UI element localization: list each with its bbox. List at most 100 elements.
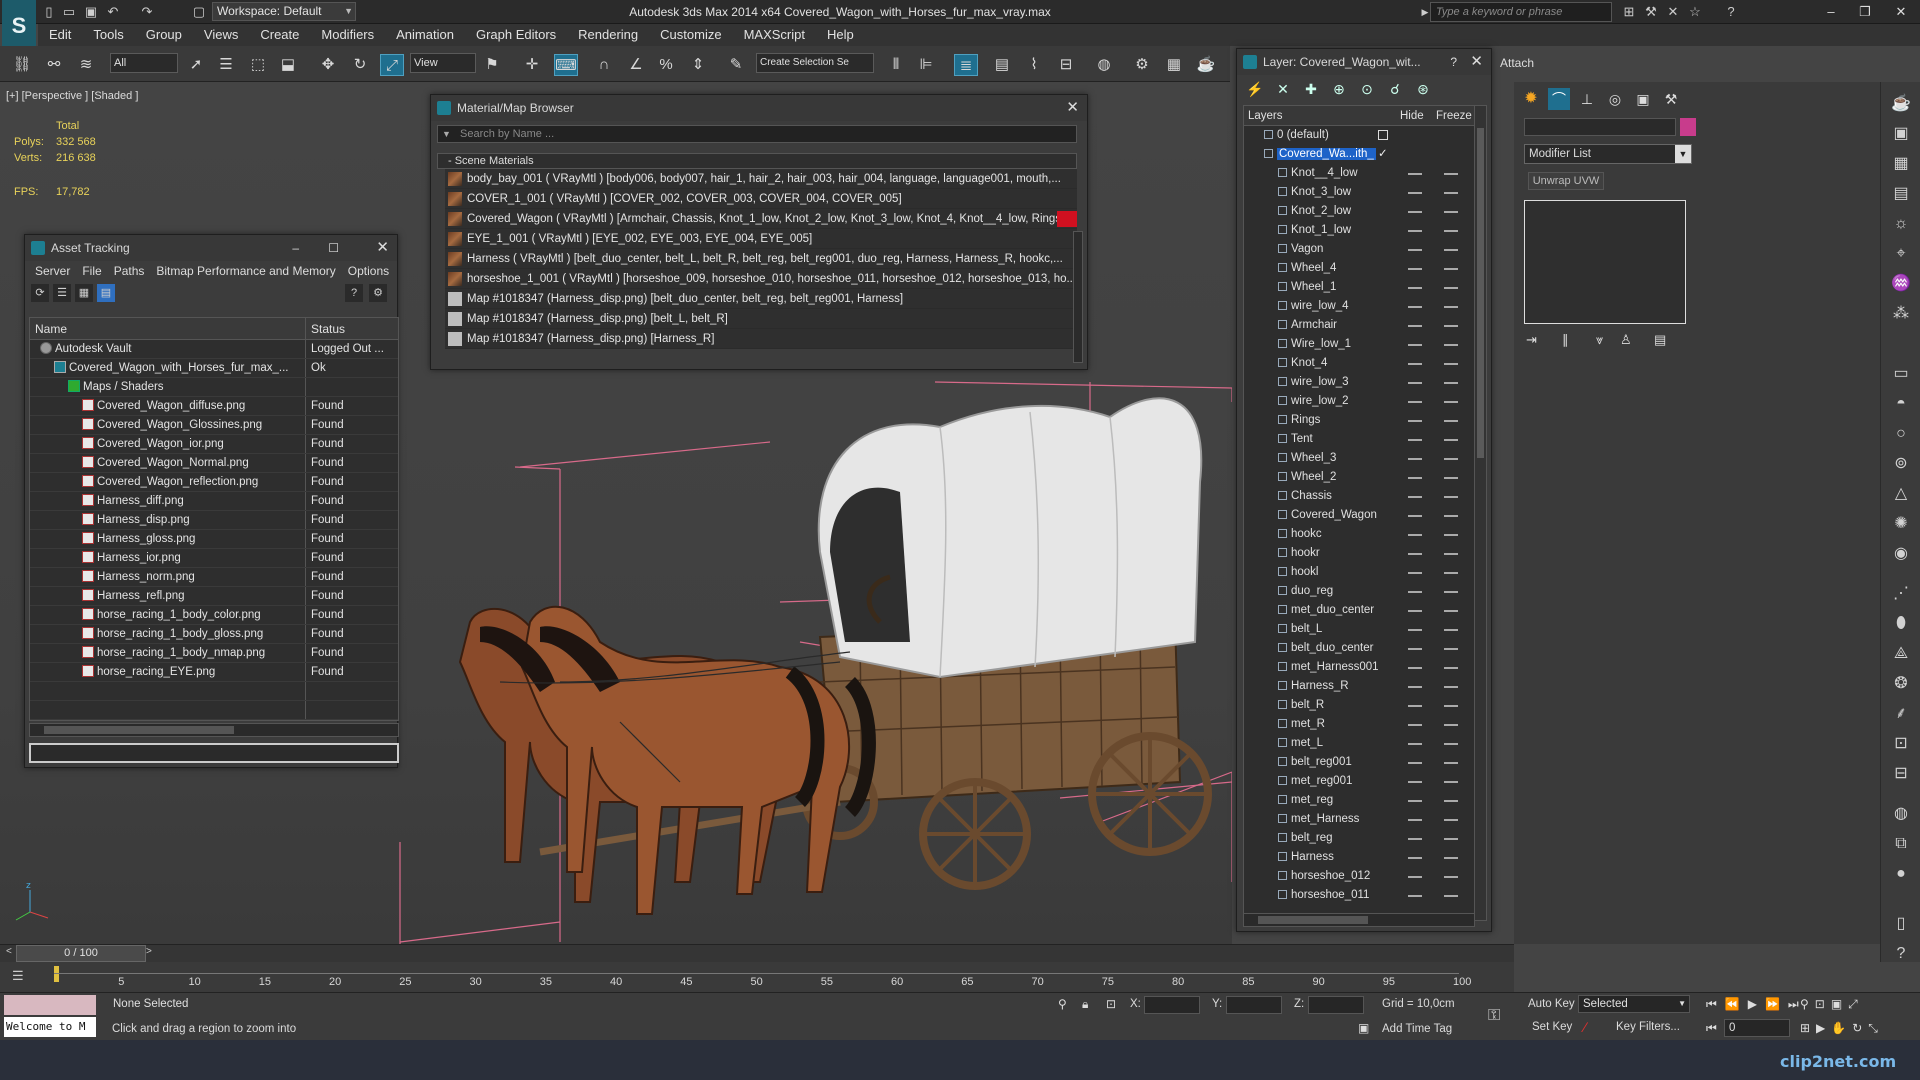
layer-manager-icon[interactable]: ⚡ [1245,79,1265,99]
hide-toggle[interactable] [1408,857,1422,859]
graphite-ribbon-icon[interactable]: ▤ [990,54,1014,76]
isolate-icon[interactable]: ⚲ [1058,997,1067,1011]
layer-object-row[interactable]: Chassis [1244,487,1486,506]
pin-stack-icon[interactable]: ⇥ [1526,332,1537,348]
freeze-toggle[interactable] [1444,572,1458,574]
material-search-input[interactable]: ▼ Search by Name ... [437,125,1077,143]
modify-tab-icon[interactable]: ⌒ [1548,88,1570,110]
select-object-icon[interactable]: ➚ [184,54,208,76]
particles-icon[interactable]: ⁂ [1889,302,1913,326]
material-browser-titlebar[interactable]: Material/Map Browser ✕ [431,95,1087,121]
menu-server[interactable]: Server [29,264,76,278]
table-row[interactable]: Covered_Wagon_ior.png Found [30,435,398,454]
table-row[interactable]: Harness_diff.png Found [30,492,398,511]
table-row[interactable]: Covered_Wagon_with_Horses_fur_max_... Ok [30,359,398,378]
table-row[interactable]: Harness_disp.png Found [30,511,398,530]
freeze-toggle[interactable] [1444,439,1458,441]
hide-toggle[interactable] [1408,439,1422,441]
hide-toggle[interactable] [1408,268,1422,270]
layer-object-row[interactable]: Wire_low_1 [1244,335,1486,354]
freeze-toggle[interactable] [1444,686,1458,688]
select-manipulate-icon[interactable]: ✛ [520,54,544,76]
table-row[interactable]: Covered_Wagon_Normal.png Found [30,454,398,473]
menu-graph-editors[interactable]: Graph Editors [465,24,567,46]
material-row[interactable]: Harness ( VRayMtl ) [belt_duo_center, be… [445,249,1077,269]
layer-explorer-icon[interactable]: ≣ [954,54,978,76]
bind-space-warp-icon[interactable]: ≋ [74,54,98,76]
unlink-icon[interactable]: ⚯ [42,54,66,76]
material-row[interactable]: body_bay_001 ( VRayMtl ) [body006, body0… [445,169,1077,189]
layer-object-row[interactable]: wire_low_2 [1244,392,1486,411]
pivot-center-icon[interactable]: ⚑ [480,54,504,76]
hide-toggle[interactable] [1408,401,1422,403]
create-tab-icon[interactable]: ✹ [1520,88,1542,110]
hide-toggle[interactable] [1408,287,1422,289]
hide-toggle[interactable] [1408,648,1422,650]
layer-object-row[interactable]: Vagon [1244,240,1486,259]
freeze-toggle[interactable] [1444,211,1458,213]
column-freeze[interactable]: Freeze [1436,106,1476,125]
layer-object-row[interactable]: Wheel_4 [1244,259,1486,278]
layer-object-row[interactable]: belt_reg [1244,829,1486,848]
minimize-window-icon[interactable]: – [1814,0,1848,24]
hide-toggle[interactable] [1408,249,1422,251]
layer-object-row[interactable]: Armchair [1244,316,1486,335]
layer-object-row[interactable]: Knot_3_low [1244,183,1486,202]
layer-object-row[interactable]: met_Harness001 [1244,658,1486,677]
layer-object-row[interactable]: met_Harness [1244,810,1486,829]
communication-icon[interactable]: ✕ [1664,3,1682,21]
render-setup-icon[interactable]: ⚙ [1130,54,1154,76]
freeze-toggle[interactable] [1444,610,1458,612]
add-selected-to-layer-icon[interactable]: ⊕ [1329,79,1349,99]
layer-object-row[interactable]: Knot_4 [1244,354,1486,373]
layer-object-row[interactable]: belt_duo_center [1244,639,1486,658]
layer-object-row[interactable]: Rings [1244,411,1486,430]
hide-toggle[interactable] [1408,705,1422,707]
maxscript-mini-listener-pink[interactable] [4,995,96,1015]
link-icon[interactable]: ⛓ [10,54,34,76]
table-row[interactable]: Harness_norm.png Found [30,568,398,587]
track-bar[interactable]: ☰ 5 10 15 20 25 30 35 40 45 50 55 60 65 70 75 80 85 90 95 1… [0,962,1514,992]
layer-window-titlebar[interactable]: Layer: Covered_Wagon_wit... ? ✕ [1237,49,1491,75]
layers-stack-icon[interactable]: ⧉ [1889,832,1913,856]
display-tab-icon[interactable]: ▣ [1632,88,1654,110]
layer-object-row[interactable]: hookl [1244,563,1486,582]
freeze-toggle[interactable] [1444,762,1458,764]
maxscript-mini-listener[interactable]: Welcome to M [4,1017,96,1037]
schematic-view-icon[interactable]: ⊟ [1054,54,1078,76]
layer-object-row[interactable]: wire_low_4 [1244,297,1486,316]
render-production-icon[interactable]: ☕ [1194,54,1218,76]
hide-toggle[interactable] [1408,800,1422,802]
freeze-toggle[interactable] [1444,591,1458,593]
layer-object-row[interactable]: wire_low_3 [1244,373,1486,392]
configure-sets-icon[interactable]: ▤ [1654,332,1666,348]
menu-paths[interactable]: Paths [108,264,151,278]
align-icon[interactable]: ⊫ [914,54,938,76]
layer-object-row[interactable]: duo_reg [1244,582,1486,601]
layer-object-row[interactable]: Harness [1244,848,1486,867]
freeze-toggle[interactable] [1444,420,1458,422]
minimize-icon[interactable]: – [292,235,299,261]
layer-object-row[interactable]: met_reg [1244,791,1486,810]
column-layers[interactable]: Layers [1244,106,1400,125]
help-icon[interactable]: ? [1722,3,1740,21]
set-keys-icon[interactable]: ∕ [1584,1019,1586,1035]
menu-bitmap-performance[interactable]: Bitmap Performance and Memory [150,264,341,278]
freeze-toggle[interactable] [1444,306,1458,308]
hide-toggle[interactable] [1408,724,1422,726]
proxy-icon[interactable]: ⊚ [1889,452,1913,476]
hide-toggle[interactable] [1408,591,1422,593]
menu-file[interactable]: File [76,264,107,278]
capsule-icon[interactable]: ⬮ [1889,612,1913,636]
selection-filter-dropdown[interactable]: All [110,53,178,73]
material-row[interactable]: EYE_1_001 ( VRayMtl ) [EYE_002, EYE_003,… [445,229,1077,249]
hide-toggle[interactable] [1408,534,1422,536]
hf-icon[interactable]: ⊡ [1889,732,1913,756]
environment-icon[interactable]: ▦ [1889,152,1913,176]
favorites-star-icon[interactable]: ☆ [1686,3,1704,21]
menu-tools[interactable]: Tools [82,24,134,46]
help-icon[interactable]: ? [1450,49,1457,75]
utilities-tab-icon[interactable]: ⚒ [1660,88,1682,110]
hide-toggle[interactable] [1408,610,1422,612]
pyramid-icon[interactable]: ⟁ [1889,642,1913,666]
